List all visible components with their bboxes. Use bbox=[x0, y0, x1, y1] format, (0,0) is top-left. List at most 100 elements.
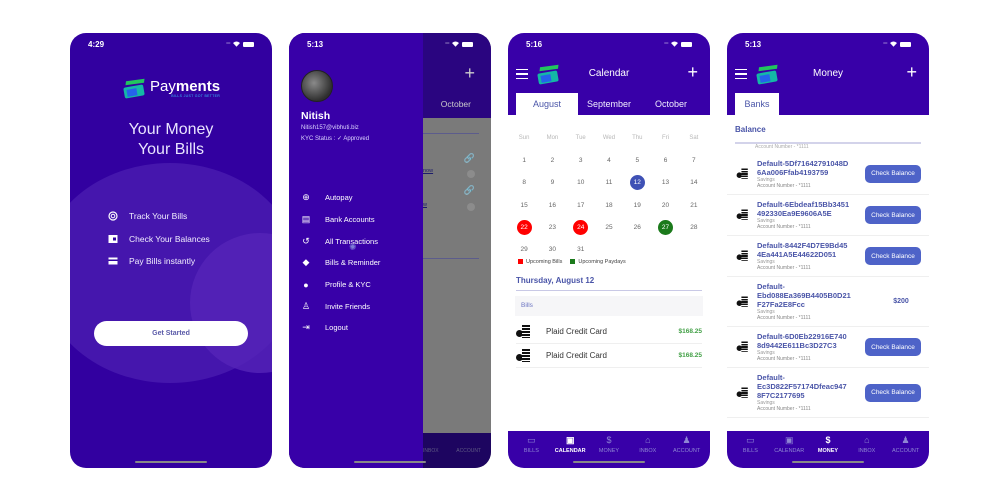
avatar[interactable] bbox=[301, 70, 333, 102]
calendar-day[interactable]: 2 bbox=[538, 153, 566, 168]
add-icon[interactable]: + bbox=[687, 62, 698, 83]
tab-august[interactable]: August bbox=[516, 93, 578, 115]
calendar-day[interactable]: 17 bbox=[567, 198, 595, 213]
calendar-day[interactable]: 25 bbox=[595, 220, 623, 235]
account-info: Default- Ebd088Ea369B4405B0D21 F27Fa2E8Fcc… bbox=[757, 282, 881, 321]
calendar-day[interactable]: 24 bbox=[567, 219, 595, 235]
calendar-day[interactable]: 8 bbox=[510, 175, 538, 190]
calendar-day[interactable]: 28 bbox=[680, 220, 708, 235]
day-number: 29 bbox=[520, 246, 528, 254]
menu-item-all-transactions[interactable]: ↺ All Transactions bbox=[301, 230, 380, 252]
get-started-button[interactable]: Get Started bbox=[94, 321, 248, 346]
side-drawer: Nitish Nitish157@vibhuti.biz KYC Status … bbox=[289, 33, 423, 468]
divider bbox=[423, 133, 479, 134]
day-number: 27 bbox=[658, 219, 674, 235]
menu-item-profile-kyc[interactable]: ● Profile & KYC bbox=[301, 274, 380, 296]
legend-label: Upcoming Bills bbox=[526, 259, 563, 265]
calendar-day[interactable]: 19 bbox=[623, 198, 651, 213]
day-number: 28 bbox=[690, 223, 698, 231]
menu-item-bank-accounts[interactable]: ▤ Bank Accounts bbox=[301, 209, 380, 231]
day-number: 18 bbox=[605, 201, 613, 209]
account-balance: $200 bbox=[893, 298, 909, 305]
check-balance-button[interactable]: Check Balance bbox=[865, 164, 921, 183]
day-number: 22 bbox=[516, 219, 532, 235]
calendar-day[interactable]: 27 bbox=[651, 219, 679, 235]
page-title: Money bbox=[812, 68, 843, 79]
day-number: 23 bbox=[548, 223, 557, 231]
account-name-line: Ec3D822F57174Dfeac947 bbox=[757, 382, 847, 391]
legend-label: Upcoming Paydays bbox=[578, 259, 626, 265]
calendar-day[interactable]: 13 bbox=[651, 175, 679, 190]
calendar-day[interactable]: 11 bbox=[595, 175, 623, 190]
calendar-day[interactable]: 7 bbox=[680, 153, 708, 168]
check-balance-button[interactable]: Check Balance bbox=[865, 247, 921, 265]
calendar-icon: ▣ bbox=[565, 435, 575, 445]
calendar-day[interactable]: 9 bbox=[538, 175, 566, 190]
tab-october[interactable]: October bbox=[640, 93, 702, 115]
calendar-day[interactable]: 14 bbox=[680, 175, 708, 190]
check-balance-button[interactable]: Check Balance bbox=[865, 206, 921, 224]
bill-amount: $168.25 bbox=[678, 328, 703, 335]
check-balance-button[interactable]: Check Balance bbox=[865, 383, 921, 402]
home-indicator bbox=[354, 461, 426, 463]
feature-label: Track Your Bills bbox=[129, 211, 188, 222]
person-icon: ● bbox=[303, 279, 309, 290]
calendar-day[interactable]: 12 bbox=[623, 175, 651, 191]
tab-account[interactable]: ♟ ACCOUNT bbox=[886, 431, 925, 468]
calendar-day[interactable]: 15 bbox=[510, 198, 538, 213]
account-icon: ♟ bbox=[682, 435, 691, 445]
inbox-icon: ⌂ bbox=[864, 435, 870, 445]
calendar-day[interactable]: 16 bbox=[538, 198, 566, 213]
calendar-day[interactable]: 30 bbox=[538, 242, 566, 257]
account-number: Account Number - *1111 bbox=[757, 315, 811, 321]
calendar-day[interactable]: 22 bbox=[510, 219, 538, 235]
status-bar: 5:13 ···· bbox=[727, 33, 929, 55]
bill-row[interactable]: Plaid Credit Card $168.25 bbox=[516, 320, 702, 344]
calendar-day[interactable]: 1 bbox=[510, 153, 538, 168]
tab-bills[interactable]: ▭ BILLS bbox=[731, 431, 770, 468]
weekday-label: Fri bbox=[662, 135, 670, 142]
weekday-label: Wed bbox=[602, 135, 616, 142]
home-indicator bbox=[573, 461, 645, 463]
tab-september[interactable]: September bbox=[578, 93, 640, 115]
day-number: 7 bbox=[692, 156, 696, 164]
calendar-day[interactable]: 29 bbox=[510, 242, 538, 257]
add-icon[interactable]: + bbox=[464, 63, 475, 84]
calendar-day[interactable]: 4 bbox=[595, 153, 623, 168]
calendar-day[interactable]: 21 bbox=[680, 198, 708, 213]
tab-account[interactable]: ♟ ACCOUNT bbox=[667, 431, 706, 468]
status-bar: 4:29 ···· bbox=[70, 33, 272, 55]
check-balance-button[interactable]: Check Balance bbox=[865, 338, 921, 356]
calendar-day[interactable]: 3 bbox=[567, 153, 595, 168]
day-number: 6 bbox=[663, 156, 668, 164]
feature-label: Check Your Balances bbox=[129, 233, 210, 244]
account-number: Account Number - *1111 bbox=[757, 406, 811, 412]
calendar-day[interactable]: 26 bbox=[623, 220, 651, 235]
account-info: Default-6Ebdeaf15Bb3451 492330Ea9E9606A5E… bbox=[757, 200, 865, 230]
add-icon[interactable]: + bbox=[906, 62, 917, 83]
calendar-day[interactable]: 6 bbox=[651, 153, 679, 168]
legend-item: Upcoming Bills bbox=[518, 259, 562, 265]
account-name-line: Default- bbox=[757, 282, 785, 291]
weekday-header: Sun Mon Tue Wed Thu Fri Sat bbox=[510, 127, 708, 149]
bill-row[interactable]: Plaid Credit Card $168.25 bbox=[516, 344, 702, 368]
link-icon: 🔗 bbox=[463, 153, 475, 163]
signal-icon: ···· bbox=[445, 41, 450, 47]
tab-bills[interactable]: ▭ BILLS bbox=[512, 431, 551, 468]
tab-banks[interactable]: Banks bbox=[735, 93, 779, 115]
calendar-day[interactable]: 23 bbox=[538, 220, 566, 235]
account-name-line: Default-5Df71642791048D bbox=[757, 158, 849, 168]
calendar-day[interactable]: 31 bbox=[567, 242, 595, 257]
loading-spinner-icon: ✺ bbox=[349, 242, 357, 252]
menu-item-logout[interactable]: ⇥ Logout bbox=[301, 317, 380, 339]
calendar-day[interactable]: 10 bbox=[567, 175, 595, 190]
calendar-day[interactable]: 5 bbox=[623, 153, 651, 168]
calendar-day[interactable]: 18 bbox=[595, 198, 623, 213]
calendar-day[interactable]: 20 bbox=[651, 198, 679, 213]
logo-word-bold: ments bbox=[175, 78, 221, 95]
menu-item-bills-reminder[interactable]: ◆ Bills & Reminder bbox=[301, 252, 381, 274]
menu-item-invite-friends[interactable]: ♙ Invite Friends bbox=[301, 295, 380, 317]
account-number: Account Number - *1111 bbox=[757, 356, 811, 362]
weekday-label: Sun bbox=[518, 135, 530, 142]
menu-item-autopay[interactable]: ⊕ Autopay bbox=[301, 187, 380, 209]
